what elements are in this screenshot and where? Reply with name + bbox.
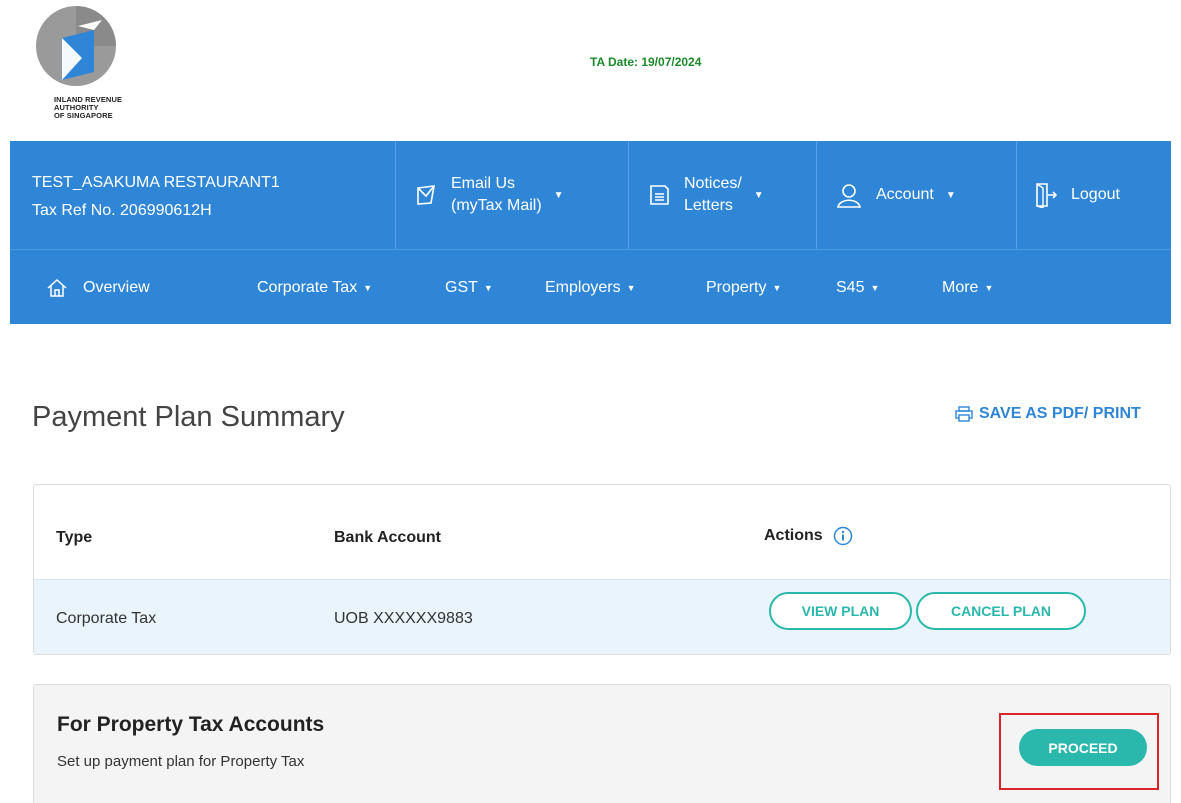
chevron-down-icon: ▼ (870, 282, 880, 293)
chevron-down-icon: ▼ (753, 189, 764, 201)
view-plan-button[interactable]: VIEW PLAN (769, 592, 912, 630)
column-header-actions: Actions (764, 526, 853, 546)
column-header-type: Type (56, 529, 93, 546)
mail-icon (415, 183, 437, 207)
payment-plan-table: Type Bank Account Actions Corporate Tax … (33, 484, 1171, 655)
printer-icon (955, 406, 973, 422)
tax-ref: Tax Ref No. 206990612H (32, 202, 212, 219)
chevron-down-icon: ▼ (363, 282, 373, 293)
chevron-down-icon: ▼ (553, 189, 564, 201)
account-bar: TEST_ASAKUMA RESTAURANT1 Tax Ref No. 206… (10, 141, 1171, 249)
account-info: TEST_ASAKUMA RESTAURANT1 Tax Ref No. 206… (32, 169, 280, 225)
chevron-down-icon: ▼ (626, 282, 636, 293)
nav-gst[interactable]: GST ▼ (445, 250, 493, 325)
nav-s45[interactable]: S45 ▼ (836, 250, 879, 325)
logout-button[interactable]: Logout (1035, 141, 1160, 249)
account-menu[interactable]: Account ▼ (836, 141, 1006, 249)
nav-corporate-tax[interactable]: Corporate Tax ▼ (257, 250, 372, 325)
user-icon (836, 182, 862, 208)
section-title: For Property Tax Accounts (57, 713, 325, 736)
property-tax-section: For Property Tax Accounts Set up payment… (33, 684, 1171, 803)
table-row: Corporate Tax UOB XXXXXX9883 VIEW PLAN C… (34, 579, 1170, 654)
chevron-down-icon: ▼ (772, 282, 782, 293)
iras-logo[interactable]: INLAND REVENUE AUTHORITY OF SINGAPORE (32, 2, 172, 132)
chevron-down-icon: ▼ (945, 189, 956, 201)
divider (628, 141, 629, 249)
notices-letters-menu[interactable]: Notices/Letters ▼ (648, 141, 813, 249)
cancel-plan-button[interactable]: CANCEL PLAN (916, 592, 1086, 630)
ta-date: TA Date: 19/07/2024 (590, 55, 702, 69)
divider (816, 141, 817, 249)
divider (395, 141, 396, 249)
org-name: TEST_ASAKUMA RESTAURANT1 (32, 174, 280, 191)
email-us-menu[interactable]: Email Us (myTax Mail) ▼ (415, 141, 625, 249)
iras-emblem-icon (36, 6, 116, 86)
table-header: Type Bank Account Actions (34, 485, 1170, 579)
cell-bank-account: UOB XXXXXX9883 (334, 610, 473, 627)
chevron-down-icon: ▼ (483, 282, 493, 293)
section-subtitle: Set up payment plan for Property Tax (57, 753, 305, 770)
divider (1016, 141, 1017, 249)
document-icon (648, 183, 670, 207)
proceed-button[interactable]: PROCEED (1019, 729, 1147, 766)
main-nav: Overview Corporate Tax ▼ GST ▼ Employers ▼ … (10, 249, 1171, 324)
nav-employers[interactable]: Employers ▼ (545, 250, 636, 325)
nav-property[interactable]: Property ▼ (706, 250, 781, 325)
column-header-bank-account: Bank Account (334, 529, 441, 546)
save-pdf-print-link[interactable]: SAVE AS PDF/ PRINT (955, 405, 1141, 423)
logo-text: INLAND REVENUE AUTHORITY OF SINGAPORE (54, 95, 123, 120)
nav-more[interactable]: More ▼ (942, 250, 993, 325)
chevron-down-icon: ▼ (984, 282, 994, 293)
logout-icon (1035, 182, 1057, 208)
cell-type: Corporate Tax (56, 610, 157, 627)
nav-overview[interactable]: Overview (47, 250, 150, 325)
page-title: Payment Plan Summary (32, 401, 345, 433)
info-icon[interactable] (833, 526, 853, 546)
home-icon (47, 278, 67, 298)
